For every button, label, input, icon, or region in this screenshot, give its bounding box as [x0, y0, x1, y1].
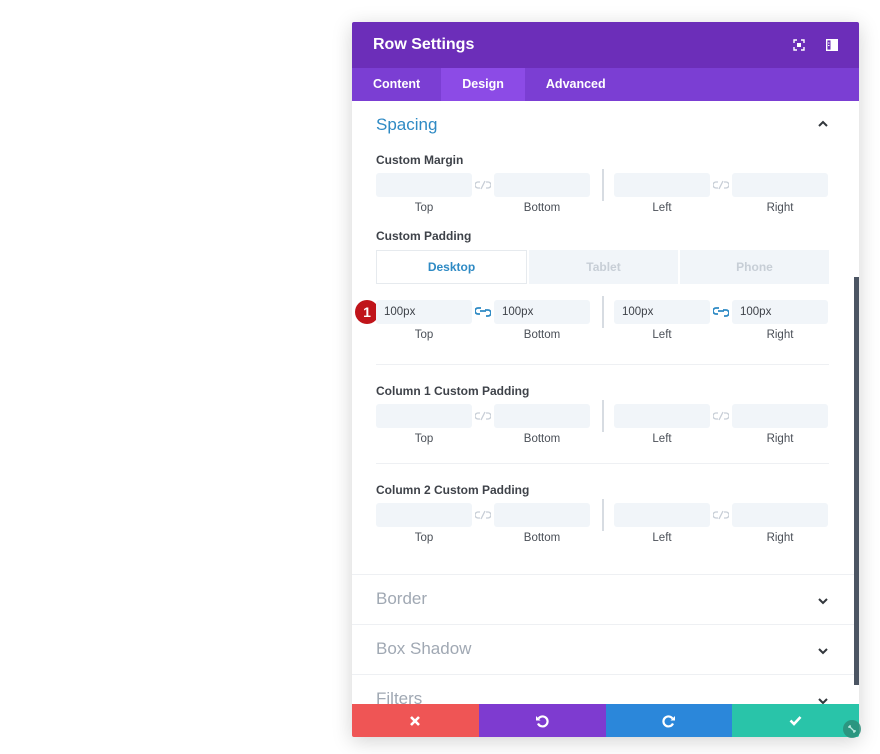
padding-left-input[interactable]: 100px	[614, 300, 710, 324]
margin-left-input[interactable]	[614, 173, 710, 197]
modal-header: Row Settings	[352, 22, 859, 68]
chevron-down-icon	[818, 598, 828, 605]
padding-bottom-input[interactable]: 100px	[494, 300, 590, 324]
divider	[376, 364, 829, 365]
right-sublabel: Right	[766, 329, 794, 341]
right-sublabel: Right	[766, 532, 794, 544]
col2-bottom-input[interactable]	[494, 503, 590, 527]
spacing-title: Spacing	[376, 115, 438, 134]
bottom-sublabel: Bottom	[523, 202, 561, 214]
check-icon	[789, 716, 802, 726]
tab-design[interactable]: Design	[441, 68, 525, 101]
close-icon	[410, 715, 421, 726]
unlink-icon[interactable]	[713, 509, 729, 521]
tab-advanced[interactable]: Advanced	[525, 68, 627, 101]
modal-title: Row Settings	[373, 36, 475, 53]
fullscreen-icon[interactable]	[792, 38, 806, 52]
custom-padding-label: Custom Padding	[376, 229, 472, 243]
divider	[602, 400, 604, 432]
custom-padding-group: 1 100px 100px 100px 100px Top Bottom Lef…	[355, 296, 829, 348]
col1-left-input[interactable]	[614, 404, 710, 428]
cancel-button[interactable]	[352, 704, 479, 737]
left-sublabel: Left	[652, 202, 672, 214]
filters-section-toggle[interactable]: Filters	[352, 675, 859, 704]
redo-button[interactable]	[605, 704, 733, 737]
col2-top-input[interactable]	[376, 503, 472, 527]
left-sublabel: Left	[652, 433, 672, 445]
border-section-toggle[interactable]: Border	[352, 575, 859, 624]
bottom-sublabel: Bottom	[523, 532, 561, 544]
box-shadow-section-toggle[interactable]: Box Shadow	[352, 625, 859, 674]
modal-footer	[352, 704, 859, 737]
margin-bottom-input[interactable]	[494, 173, 590, 197]
left-sublabel: Left	[652, 329, 672, 341]
resize-icon	[848, 725, 856, 733]
top-sublabel: Top	[414, 329, 434, 341]
undo-icon	[536, 714, 549, 728]
divider	[602, 169, 604, 201]
box-shadow-title: Box Shadow	[376, 639, 472, 658]
spacing-section-toggle[interactable]: Spacing	[352, 101, 859, 147]
right-sublabel: Right	[766, 202, 794, 214]
resize-handle[interactable]	[843, 720, 861, 738]
chevron-down-icon	[818, 648, 828, 655]
top-sublabel: Top	[414, 202, 434, 214]
padding-top-input[interactable]: 100px	[376, 300, 472, 324]
device-tabs: Desktop Tablet Phone	[376, 250, 829, 284]
col1-bottom-input[interactable]	[494, 404, 590, 428]
device-tab-desktop[interactable]: Desktop	[376, 250, 527, 284]
tab-content[interactable]: Content	[352, 68, 441, 101]
column2-padding-group: Top Bottom Left Right	[376, 499, 829, 551]
custom-margin-label: Custom Margin	[376, 153, 464, 167]
column1-padding-group: Top Bottom Left Right	[376, 400, 829, 452]
col2-right-input[interactable]	[732, 503, 828, 527]
unlink-icon[interactable]	[713, 410, 729, 422]
redo-icon	[662, 714, 675, 728]
save-button[interactable]	[732, 704, 859, 737]
device-tab-phone[interactable]: Phone	[680, 250, 829, 284]
col1-top-input[interactable]	[376, 404, 472, 428]
sidebar-layout-icon[interactable]	[825, 38, 839, 52]
undo-button[interactable]	[478, 704, 606, 737]
unlink-icon[interactable]	[475, 509, 491, 521]
scrollbar[interactable]	[854, 277, 859, 685]
link-icon[interactable]	[475, 306, 491, 318]
device-tab-tablet[interactable]: Tablet	[529, 250, 678, 284]
margin-top-input[interactable]	[376, 173, 472, 197]
unlink-icon[interactable]	[475, 179, 491, 191]
bottom-sublabel: Bottom	[523, 329, 561, 341]
right-sublabel: Right	[766, 433, 794, 445]
left-sublabel: Left	[652, 532, 672, 544]
settings-tabs: Content Design Advanced	[352, 68, 859, 101]
divider	[376, 463, 829, 464]
col2-left-input[interactable]	[614, 503, 710, 527]
unlink-icon[interactable]	[713, 179, 729, 191]
custom-margin-group: Top Bottom Left Right	[376, 169, 829, 221]
margin-right-input[interactable]	[732, 173, 828, 197]
column1-padding-label: Column 1 Custom Padding	[376, 384, 530, 398]
divider	[602, 296, 604, 328]
padding-right-input[interactable]: 100px	[732, 300, 828, 324]
link-icon[interactable]	[713, 306, 729, 318]
chevron-up-icon	[818, 120, 828, 127]
column2-padding-label: Column 2 Custom Padding	[376, 483, 530, 497]
filters-title: Filters	[376, 689, 423, 704]
settings-body: Spacing Custom Margin Top Bottom Left Ri…	[352, 101, 859, 704]
chevron-down-icon	[818, 698, 828, 704]
divider	[602, 499, 604, 531]
top-sublabel: Top	[414, 532, 434, 544]
top-sublabel: Top	[414, 433, 434, 445]
bottom-sublabel: Bottom	[523, 433, 561, 445]
col1-right-input[interactable]	[732, 404, 828, 428]
border-title: Border	[376, 589, 428, 608]
unlink-icon[interactable]	[475, 410, 491, 422]
row-settings-modal: Row Settings Content Design Advanced Spa…	[352, 22, 859, 737]
